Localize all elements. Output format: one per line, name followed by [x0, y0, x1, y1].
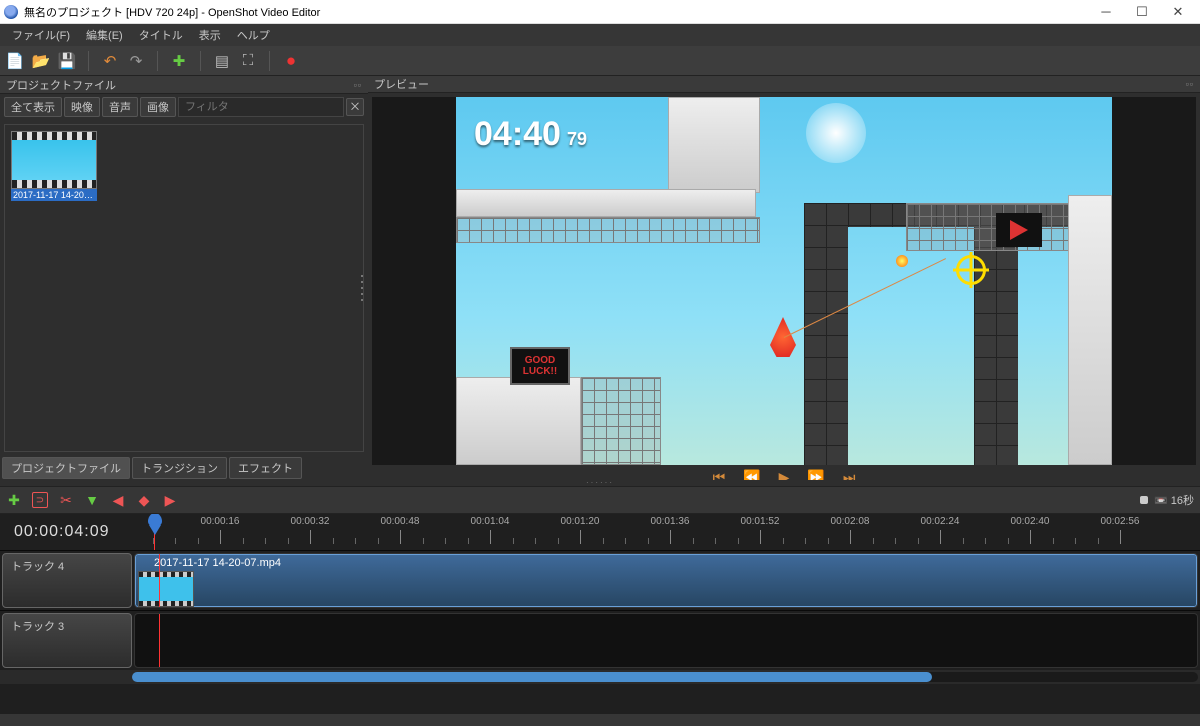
project-files-panel: プロジェクトファイル ▫▫ 全て表示 映像 音声 画像 ⨉ 2017-11-17…: [0, 76, 368, 480]
filter-image[interactable]: 画像: [140, 97, 176, 117]
tab-transitions[interactable]: トランジション: [132, 457, 227, 479]
timeline-timecode: 00:00:04:09: [0, 514, 130, 550]
clip-thumbnail: [138, 571, 194, 607]
marker-down-icon[interactable]: ▼: [84, 492, 100, 508]
open-project-icon[interactable]: 📂: [32, 52, 50, 70]
video-preview-canvas[interactable]: GOOD LUCK!! 04:4079: [456, 97, 1112, 465]
ruler-label: 00:01:20: [561, 516, 600, 527]
menu-edit[interactable]: 編集(E): [78, 24, 131, 46]
zoom-label: 📼 16秒: [1154, 492, 1194, 508]
prev-marker-icon[interactable]: ◀: [110, 492, 126, 508]
app-logo-icon: [4, 5, 18, 19]
toolbar-separator: [200, 51, 201, 71]
track-row: トラック 3: [0, 610, 1200, 670]
preview-panel: プレビュー ▫▫ GOOD LUCK!!: [368, 76, 1200, 480]
ruler-label: 00:02:08: [831, 516, 870, 527]
toolbar-separator: [269, 51, 270, 71]
filter-input[interactable]: [178, 97, 344, 117]
export-icon[interactable]: ●: [282, 52, 300, 70]
menu-help[interactable]: ヘルプ: [229, 24, 278, 46]
project-file-label: 2017-11-17 14-20-07...: [11, 189, 97, 201]
title-bar: 無名のプロジェクト [HDV 720 24p] - OpenShot Video…: [0, 0, 1200, 24]
ruler-label: 00:02:40: [1011, 516, 1050, 527]
ruler-label: 00:02:24: [921, 516, 960, 527]
timeline[interactable]: 00:00:04:09 00:00:1600:00:3200:00:4800:0…: [0, 514, 1200, 714]
menu-bar: ファイル(F) 編集(E) タイトル 表示 ヘルプ: [0, 24, 1200, 46]
timeline-scrollbar[interactable]: [0, 670, 1200, 684]
preview-title: プレビュー: [374, 76, 429, 92]
track-header[interactable]: トラック 4: [2, 553, 132, 608]
filter-video[interactable]: 映像: [64, 97, 100, 117]
import-files-icon[interactable]: ✚: [170, 52, 188, 70]
menu-title[interactable]: タイトル: [131, 24, 191, 46]
status-bar: [0, 714, 1200, 726]
menu-file[interactable]: ファイル(F): [4, 24, 78, 46]
main-toolbar: 📄 📂 💾 ↶ ↷ ✚ ▤ ⛶ ●: [0, 46, 1200, 76]
timeline-ruler[interactable]: 00:00:16 00:00:32 00:00:48 00:01:04 00:01:20…: [130, 514, 1200, 550]
tab-effects[interactable]: エフェクト: [229, 457, 302, 479]
ruler-label: 00:01:36: [651, 516, 690, 527]
playhead[interactable]: [154, 514, 155, 550]
panel-resize-handle[interactable]: [359, 273, 365, 303]
window-title: 無名のプロジェクト [HDV 720 24p] - OpenShot Video…: [24, 4, 1088, 20]
next-marker-icon[interactable]: ▶: [162, 492, 178, 508]
ruler-label: 00:00:16: [201, 516, 240, 527]
track-header[interactable]: トラック 3: [2, 613, 132, 668]
new-project-icon[interactable]: 📄: [6, 52, 24, 70]
tab-project-files[interactable]: プロジェクトファイル: [2, 457, 130, 479]
panel-undock-icon[interactable]: ▫▫: [354, 80, 362, 90]
filter-show-all[interactable]: 全て表示: [4, 97, 62, 117]
panel-undock-icon[interactable]: ▫▫: [1186, 79, 1194, 89]
project-files-list[interactable]: 2017-11-17 14-20-07...: [4, 124, 364, 452]
zoom-slider[interactable]: [1140, 496, 1148, 504]
ruler-label: 00:00:32: [291, 516, 330, 527]
toolbar-separator: [88, 51, 89, 71]
track-body[interactable]: 2017-11-17 14-20-07.mp4: [134, 553, 1198, 608]
fullscreen-icon[interactable]: ⛶: [239, 52, 257, 70]
track-body[interactable]: [134, 613, 1198, 668]
preview-title-bar: プレビュー ▫▫: [368, 76, 1200, 93]
razor-icon[interactable]: ✂: [58, 492, 74, 508]
menu-view[interactable]: 表示: [191, 24, 229, 46]
ruler-label: 00:01:52: [741, 516, 780, 527]
close-button[interactable]: ✕: [1160, 1, 1196, 23]
toolbar-separator: [157, 51, 158, 71]
filter-audio[interactable]: 音声: [102, 97, 138, 117]
project-files-title-bar: プロジェクトファイル ▫▫: [0, 76, 368, 94]
save-project-icon[interactable]: 💾: [58, 52, 76, 70]
center-playhead-icon[interactable]: ◆: [136, 492, 152, 508]
crosshair-icon: [956, 255, 986, 285]
preview-timer: 04:4079: [474, 115, 587, 154]
add-track-icon[interactable]: ✚: [6, 492, 22, 508]
filter-clear-icon[interactable]: ⨉: [346, 98, 364, 116]
track-row: トラック 4 2017-11-17 14-20-07.mp4: [0, 550, 1200, 610]
arrow-sign-icon: [996, 213, 1042, 247]
maximize-button[interactable]: ☐: [1124, 1, 1160, 23]
undo-icon[interactable]: ↶: [101, 52, 119, 70]
playhead-handle-icon[interactable]: [148, 514, 162, 527]
clip-label: 2017-11-17 14-20-07.mp4: [154, 557, 281, 569]
ruler-label: 00:00:48: [381, 516, 420, 527]
project-files-title: プロジェクトファイル: [6, 77, 116, 93]
redo-icon[interactable]: ↷: [127, 52, 145, 70]
minimize-button[interactable]: ─: [1088, 1, 1124, 23]
ruler-label: 00:01:04: [471, 516, 510, 527]
profile-icon[interactable]: ▤: [213, 52, 231, 70]
snap-icon[interactable]: ⊃: [32, 492, 48, 508]
good-luck-sign: GOOD LUCK!!: [510, 347, 570, 385]
timeline-clip[interactable]: 2017-11-17 14-20-07.mp4: [135, 554, 1197, 607]
timeline-toolbar: ✚ ⊃ ✂ ▼ ◀ ◆ ▶ 📼 16秒: [0, 486, 1200, 514]
ruler-label: 00:02:56: [1101, 516, 1140, 527]
project-file-item[interactable]: 2017-11-17 14-20-07...: [11, 131, 97, 201]
